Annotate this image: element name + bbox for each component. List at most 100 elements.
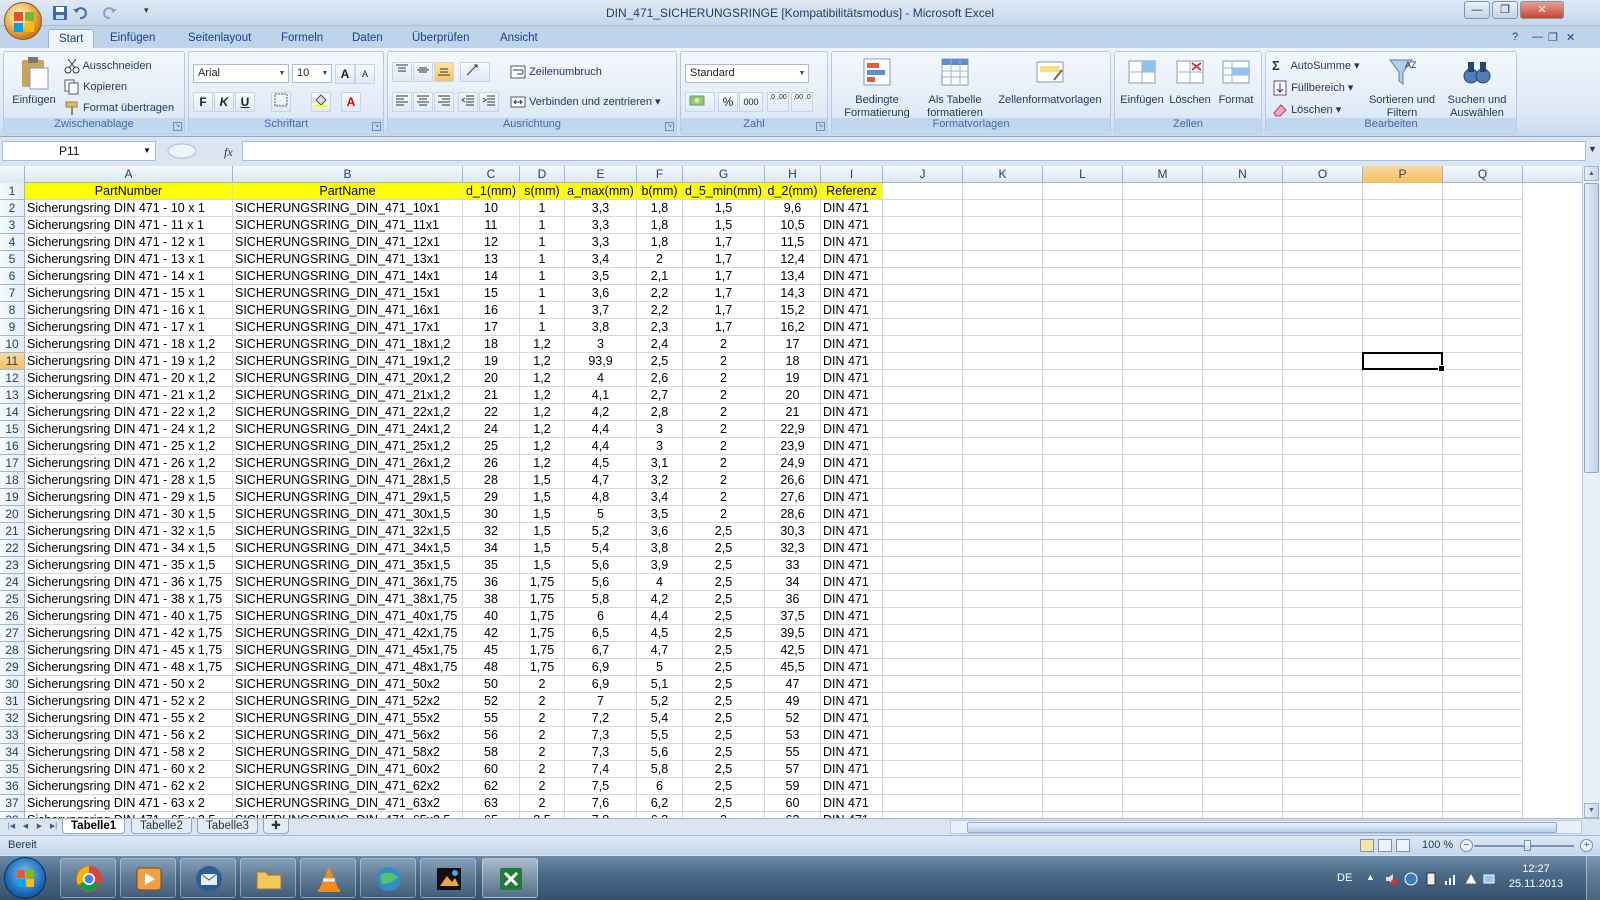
grid-cell[interactable]: SICHERUNGSRING_DIN_471_32x1,5 xyxy=(233,523,463,540)
grid-cell[interactable]: 26,6 xyxy=(765,472,821,489)
grid-cell[interactable] xyxy=(1203,523,1283,540)
grid-cell[interactable]: 13 xyxy=(463,251,520,268)
grid-cell[interactable]: 30,3 xyxy=(765,523,821,540)
grid-cell[interactable]: 52 xyxy=(765,710,821,727)
grid-cell[interactable] xyxy=(1123,336,1203,353)
last-sheet-icon[interactable]: ▶| xyxy=(48,820,59,833)
grid-cell[interactable] xyxy=(1203,642,1283,659)
grid-cell[interactable] xyxy=(1283,540,1363,557)
grid-cell[interactable] xyxy=(1123,421,1203,438)
action-center-icon[interactable] xyxy=(1464,871,1478,886)
grid-cell[interactable]: 59 xyxy=(765,778,821,795)
grid-cell[interactable] xyxy=(1043,659,1123,676)
grid-cell[interactable]: DIN 471 xyxy=(821,540,883,557)
row-header[interactable]: 32 xyxy=(0,710,25,727)
sheet-tab-tabelle3[interactable]: Tabelle3 xyxy=(197,819,258,834)
grid-cell[interactable] xyxy=(1283,234,1363,251)
grid-cell[interactable] xyxy=(1203,727,1283,744)
grid-cell[interactable] xyxy=(1443,353,1523,370)
maximize-button[interactable]: ❐ xyxy=(1492,1,1518,19)
grid-cell[interactable]: Sicherungsring DIN 471 - 14 x 1 xyxy=(25,268,233,285)
grid-cell[interactable] xyxy=(1363,217,1443,234)
grid-cell[interactable]: SICHERUNGSRING_DIN_471_10x1 xyxy=(233,200,463,217)
dialog-launcher-icon[interactable]: ↘ xyxy=(665,122,674,131)
grid-cell[interactable] xyxy=(963,625,1043,642)
sheet-tab-tabelle2[interactable]: Tabelle2 xyxy=(131,819,192,834)
grid-cell[interactable]: 2,5 xyxy=(683,523,765,540)
grid-cell[interactable] xyxy=(1443,472,1523,489)
grid-cell[interactable]: 49 xyxy=(765,693,821,710)
grid-cell[interactable]: 1,5 xyxy=(520,489,565,506)
grid-cell[interactable] xyxy=(883,642,963,659)
align-center-button[interactable] xyxy=(413,92,433,112)
grid-cell[interactable]: Sicherungsring DIN 471 - 36 x 1,75 xyxy=(25,574,233,591)
grid-cell[interactable] xyxy=(1443,625,1523,642)
align-top-button[interactable] xyxy=(392,62,412,82)
grid-cell[interactable]: 39,5 xyxy=(765,625,821,642)
grid-cell[interactable] xyxy=(1123,642,1203,659)
grid-cell[interactable]: 2,5 xyxy=(683,727,765,744)
border-button[interactable] xyxy=(271,92,291,112)
increase-indent-button[interactable] xyxy=(479,92,499,112)
grid-cell[interactable] xyxy=(1283,251,1363,268)
grid-cell[interactable] xyxy=(1123,557,1203,574)
grid-cell[interactable]: 2,5 xyxy=(683,608,765,625)
grid-cell[interactable] xyxy=(963,421,1043,438)
align-bottom-button[interactable] xyxy=(434,62,454,82)
grid-cell[interactable]: 1 xyxy=(520,217,565,234)
tab-view[interactable]: Ansicht xyxy=(490,29,548,48)
grid-cell[interactable]: 2 xyxy=(520,727,565,744)
grid-cell[interactable] xyxy=(883,659,963,676)
next-sheet-icon[interactable]: ▶ xyxy=(34,820,45,833)
grid-cell[interactable]: Sicherungsring DIN 471 - 15 x 1 xyxy=(25,285,233,302)
grid-cell[interactable] xyxy=(1043,455,1123,472)
grid-cell[interactable] xyxy=(1203,217,1283,234)
grid-cell[interactable] xyxy=(963,455,1043,472)
grid-cell[interactable]: 19 xyxy=(463,353,520,370)
grid-cell[interactable] xyxy=(1203,200,1283,217)
grid-cell[interactable] xyxy=(883,421,963,438)
grid-cell[interactable] xyxy=(1283,744,1363,761)
header-cell[interactable]: PartNumber xyxy=(25,183,233,200)
grid-cell[interactable]: 3,7 xyxy=(565,302,637,319)
clear-button[interactable]: Löschen ▾ xyxy=(1272,102,1341,118)
grid-cell[interactable] xyxy=(963,795,1043,812)
grid-cell[interactable]: 5 xyxy=(565,506,637,523)
grid-cell[interactable]: 2 xyxy=(520,676,565,693)
taskbar-thunderbird[interactable] xyxy=(180,858,236,898)
grid-cell[interactable] xyxy=(1123,302,1203,319)
grid-cell[interactable] xyxy=(963,438,1043,455)
grid-cell[interactable]: 1 xyxy=(520,319,565,336)
paste-button[interactable]: Einfügen xyxy=(8,56,60,107)
grid-cell[interactable]: Sicherungsring DIN 471 - 50 x 2 xyxy=(25,676,233,693)
grid-cell[interactable]: 1,7 xyxy=(683,251,765,268)
grid-cell[interactable]: 7,4 xyxy=(565,761,637,778)
language-indicator[interactable]: DE xyxy=(1337,872,1352,884)
grid-cell[interactable]: DIN 471 xyxy=(821,404,883,421)
network-tray-icon[interactable] xyxy=(1482,872,1496,886)
grid-cell[interactable]: 5,8 xyxy=(637,761,683,778)
format-as-table-button[interactable]: Als Tabelle formatieren xyxy=(920,56,990,120)
grid-cell[interactable] xyxy=(1043,200,1123,217)
grid-cell[interactable]: Sicherungsring DIN 471 - 58 x 2 xyxy=(25,744,233,761)
grid-cell[interactable]: 3,9 xyxy=(637,557,683,574)
grid-cell[interactable] xyxy=(1443,761,1523,778)
row-header[interactable]: 29 xyxy=(0,659,25,676)
grid-cell[interactable] xyxy=(1123,625,1203,642)
grid-cell[interactable] xyxy=(1443,268,1523,285)
grid-cell[interactable] xyxy=(1363,540,1443,557)
grid-cell[interactable]: 2,5 xyxy=(683,744,765,761)
grid-cell[interactable]: SICHERUNGSRING_DIN_471_62x2 xyxy=(233,778,463,795)
sync-icon[interactable] xyxy=(1404,872,1418,886)
grid-cell[interactable] xyxy=(1203,693,1283,710)
increase-decimal-button[interactable]: ,0 ,00 xyxy=(767,92,789,112)
grid-cell[interactable] xyxy=(963,574,1043,591)
grid-cell[interactable]: DIN 471 xyxy=(821,336,883,353)
grid-cell[interactable]: SICHERUNGSRING_DIN_471_18x1,2 xyxy=(233,336,463,353)
page-layout-view-icon[interactable] xyxy=(1378,839,1392,852)
column-header-m[interactable]: M xyxy=(1123,166,1203,183)
grid-cell[interactable]: DIN 471 xyxy=(821,472,883,489)
row-header[interactable]: 5 xyxy=(0,251,25,268)
grid-cell[interactable]: Sicherungsring DIN 471 - 56 x 2 xyxy=(25,727,233,744)
grid-cell[interactable] xyxy=(1203,455,1283,472)
